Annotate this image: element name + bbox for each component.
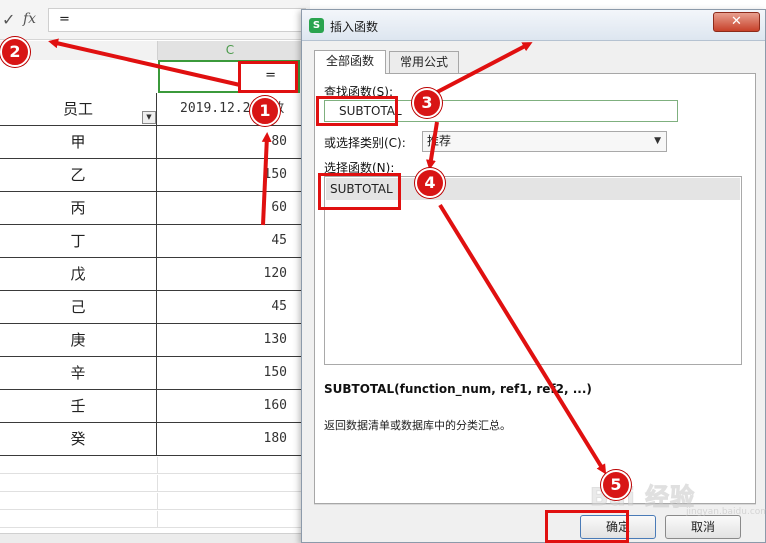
employee-cell[interactable]: 戊 bbox=[0, 258, 157, 291]
employee-cell[interactable]: 乙 bbox=[0, 159, 157, 192]
table-row: 辛 150 bbox=[0, 357, 305, 390]
employee-cell[interactable]: 辛 bbox=[0, 357, 157, 390]
table-row: 己 45 bbox=[0, 291, 305, 324]
check-icon[interactable]: ✓ bbox=[2, 10, 18, 29]
highlight-ok-button bbox=[545, 510, 629, 543]
category-select[interactable]: 推荐 ▼ bbox=[422, 131, 667, 152]
header-cell-output[interactable]: 2019.12.2 产数 bbox=[158, 93, 305, 126]
output-cell[interactable]: 60 bbox=[158, 192, 305, 225]
formula-bar: ✓ fx = bbox=[0, 0, 310, 40]
output-cell[interactable]: 150 bbox=[158, 357, 305, 390]
employee-cell[interactable]: 丙 bbox=[0, 192, 157, 225]
chevron-down-icon: ▼ bbox=[654, 136, 661, 146]
category-label: 或选择类别(C): bbox=[324, 136, 406, 150]
output-cell[interactable]: 130 bbox=[158, 324, 305, 357]
table-row: 癸 180 bbox=[0, 423, 305, 456]
column-header-c[interactable]: C bbox=[158, 41, 303, 60]
filter-dropdown-icon[interactable]: ▼ bbox=[142, 111, 156, 124]
output-cell[interactable]: 180 bbox=[158, 423, 305, 456]
output-cell[interactable]: 45 bbox=[158, 291, 305, 324]
employee-cell[interactable]: 癸 bbox=[0, 423, 157, 456]
category-value: 推荐 bbox=[427, 134, 452, 148]
function-signature: SUBTOTAL(function_num, ref1, ref2, ...) bbox=[324, 382, 592, 396]
app-logo-icon: S bbox=[309, 18, 324, 33]
step-badge-3: 3 bbox=[412, 88, 442, 118]
header-cell-employee[interactable]: 员工 bbox=[0, 93, 157, 126]
table-row: 乙 150 bbox=[0, 159, 305, 192]
step-badge-4: 4 bbox=[415, 168, 445, 198]
employee-cell[interactable]: 甲 bbox=[0, 126, 157, 159]
dialog-title: 插入函数 bbox=[330, 20, 379, 34]
watermark-url: jingyan.baidu.com bbox=[686, 507, 766, 517]
employee-cell[interactable]: 壬 bbox=[0, 390, 157, 423]
table-row: 丙 60 bbox=[0, 192, 305, 225]
step-badge-5: 5 bbox=[601, 470, 631, 500]
employee-cell[interactable]: 丁 bbox=[0, 225, 157, 258]
table-row: 丁 45 bbox=[0, 225, 305, 258]
output-cell[interactable]: 80 bbox=[158, 126, 305, 159]
highlight-function-item bbox=[318, 173, 401, 210]
function-description: 返回数据清单或数据库中的分类汇总。 bbox=[324, 419, 511, 432]
highlight-active-cell bbox=[238, 61, 298, 93]
dialog-titlebar[interactable]: S 插入函数 ✕ bbox=[302, 10, 765, 41]
output-cell[interactable]: 120 bbox=[158, 258, 305, 291]
table-row: 壬 160 bbox=[0, 390, 305, 423]
cancel-button[interactable]: 取消 bbox=[665, 515, 741, 539]
output-cell[interactable]: 150 bbox=[158, 159, 305, 192]
empty-row[interactable] bbox=[0, 493, 305, 510]
output-cell[interactable]: 45 bbox=[158, 225, 305, 258]
fx-icon[interactable]: fx bbox=[23, 11, 36, 27]
employee-cell[interactable]: 己 bbox=[0, 291, 157, 324]
step-badge-1: 1 bbox=[250, 96, 280, 126]
horizontal-scrollbar[interactable] bbox=[0, 533, 305, 543]
tab-common-formulas[interactable]: 常用公式 bbox=[389, 51, 459, 73]
empty-row[interactable] bbox=[0, 475, 305, 492]
output-cell[interactable]: 160 bbox=[158, 390, 305, 423]
empty-row[interactable] bbox=[0, 457, 305, 474]
formula-input[interactable]: = bbox=[48, 8, 306, 32]
table-row: 戊 120 bbox=[0, 258, 305, 291]
tab-all-functions[interactable]: 全部函数 bbox=[314, 50, 386, 74]
step-badge-2: 2 bbox=[0, 37, 30, 67]
table-row: 庚 130 bbox=[0, 324, 305, 357]
empty-row[interactable] bbox=[0, 511, 305, 528]
highlight-search-input bbox=[316, 96, 398, 126]
close-button[interactable]: ✕ bbox=[713, 12, 760, 32]
table-row: 甲 80 bbox=[0, 126, 305, 159]
employee-cell[interactable]: 庚 bbox=[0, 324, 157, 357]
